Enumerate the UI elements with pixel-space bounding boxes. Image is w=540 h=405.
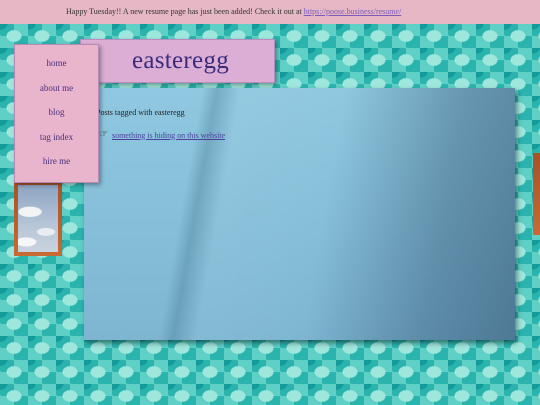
sky-clouds-image	[18, 185, 58, 252]
decorative-window-edge	[533, 153, 540, 235]
post-link[interactable]: something is hiding on this website	[112, 131, 225, 140]
decorative-window-image	[14, 181, 62, 256]
nav-item-home[interactable]: home	[15, 51, 98, 76]
nav-item-tag-index[interactable]: tag index	[15, 125, 98, 150]
sidebar-nav: home about me blog tag index hire me	[14, 44, 99, 183]
pointing-hand-icon: ☞	[99, 129, 108, 140]
nav-item-blog[interactable]: blog	[15, 100, 98, 125]
site-header: easteregg	[80, 39, 275, 83]
main-content-panel: Posts tagged with easteregg ☞ something …	[84, 88, 515, 340]
tagged-posts-heading: Posts tagged with easteregg	[96, 108, 185, 117]
page-title: easteregg	[131, 47, 230, 74]
announcement-banner: Happy Tuesday!! A new resume page has ju…	[0, 0, 540, 24]
nav-item-hire-me[interactable]: hire me	[15, 149, 98, 174]
banner-message: Happy Tuesday!! A new resume page has ju…	[66, 7, 302, 16]
nav-item-about-me[interactable]: about me	[15, 76, 98, 101]
list-item: ☞ something is hiding on this website	[99, 130, 225, 140]
banner-resume-link[interactable]: https://poose.business/resume/	[304, 7, 402, 16]
